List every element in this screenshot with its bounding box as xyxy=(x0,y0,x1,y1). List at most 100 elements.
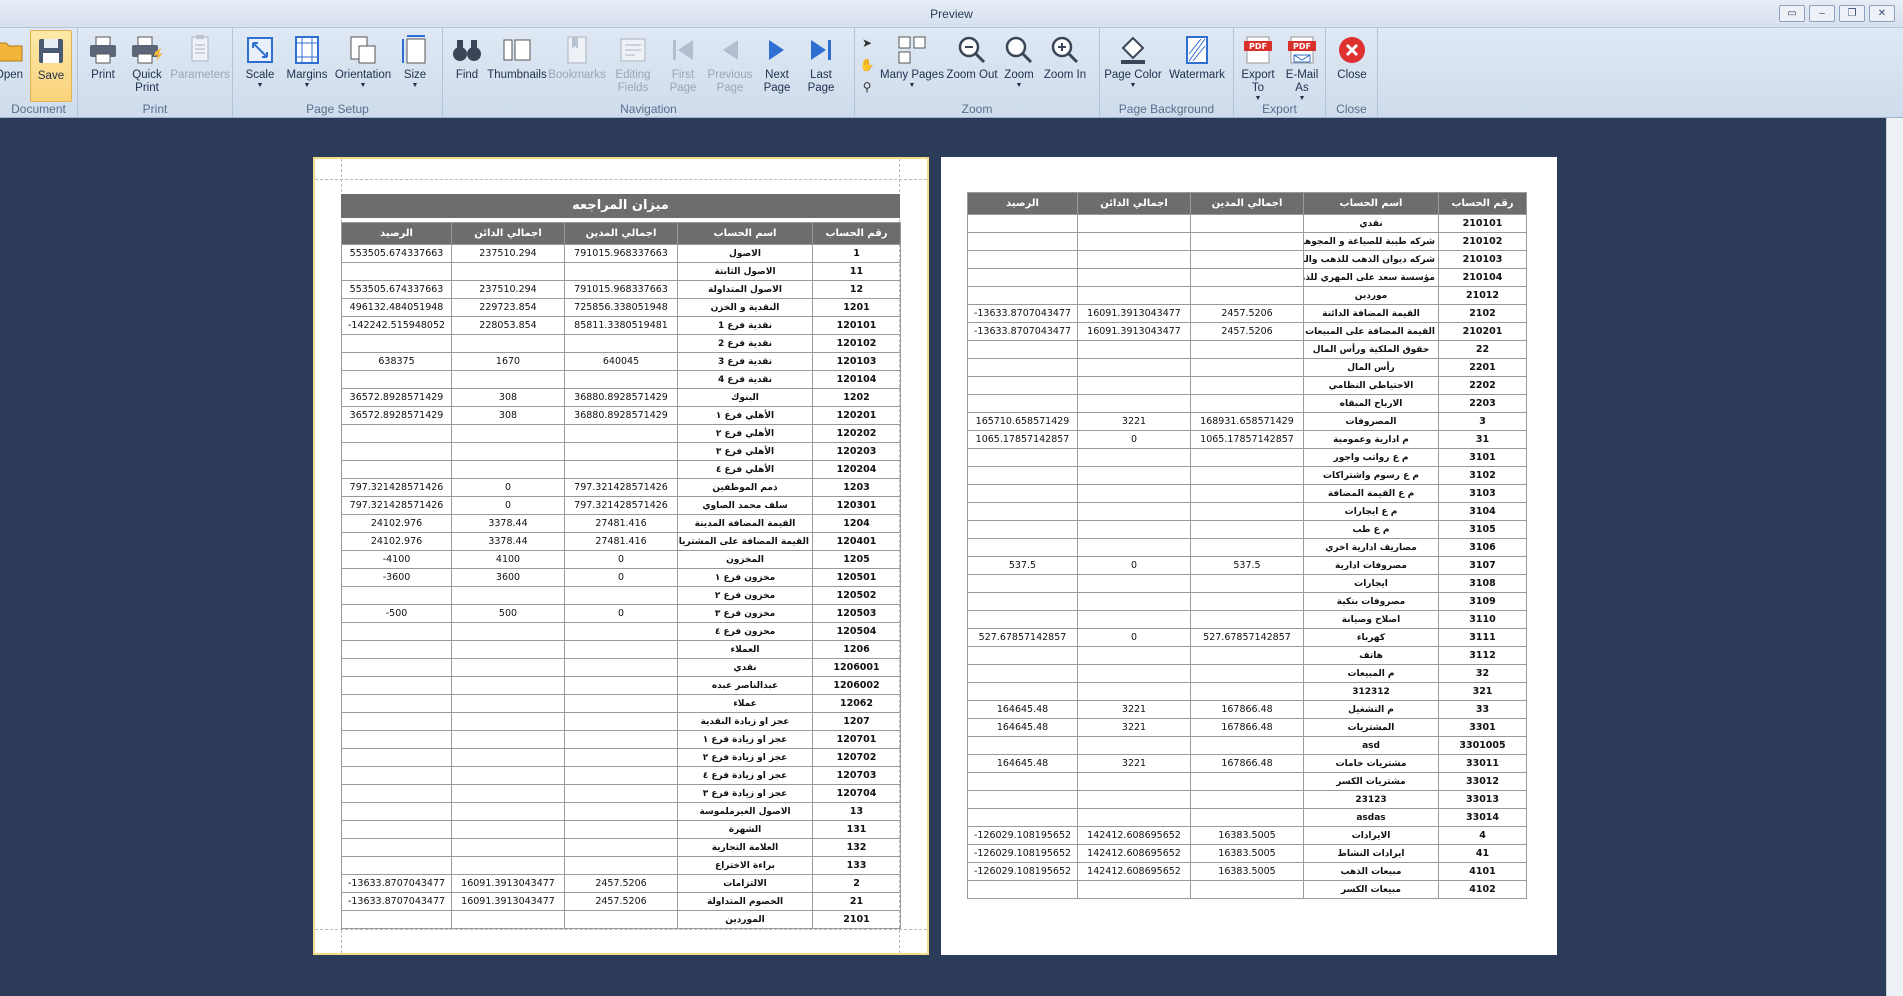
account-code-cell: 120102 xyxy=(812,334,901,353)
zoom-button[interactable]: Zoom ▼ xyxy=(999,30,1039,102)
account-code-cell: 1206001 xyxy=(812,658,901,677)
account-name-cell: عجز او زيادة فرع ١ xyxy=(677,730,813,749)
amount-cell xyxy=(564,424,678,443)
group-navigation: Find Thumbnails Bookmarks Editing Fields… xyxy=(443,28,855,118)
amount-cell xyxy=(967,682,1078,701)
zoom-in-button[interactable]: Zoom In xyxy=(1039,30,1091,102)
amount-cell xyxy=(341,712,452,731)
amount-cell: 0 xyxy=(564,604,678,623)
amount-cell xyxy=(451,694,565,713)
find-button[interactable]: Find xyxy=(447,30,487,102)
amount-cell xyxy=(967,790,1078,809)
account-name-cell: مخزون فرع ١ xyxy=(677,568,813,587)
pointer-icon[interactable]: ➤ xyxy=(857,32,877,54)
print-button[interactable]: Print xyxy=(82,30,124,102)
quick-printer-icon xyxy=(132,36,163,64)
previous-page-button[interactable]: Previous Page xyxy=(705,30,755,102)
account-name-cell: مشتريات الكسر xyxy=(1303,772,1439,791)
table-row: -13633.8707043477 16091.3913043477 2457.52… xyxy=(341,874,901,893)
amount-cell xyxy=(1077,484,1191,503)
orientation-button[interactable]: Orientation ▼ xyxy=(331,30,395,102)
many-pages-button[interactable]: Many Pages ▼ xyxy=(879,30,945,102)
table-row: -4100 4100 0 المخزون 1205 xyxy=(341,550,901,569)
account-code-cell: 120401 xyxy=(812,532,901,551)
account-code-cell: 133 xyxy=(812,856,901,875)
amount-cell xyxy=(1190,268,1304,287)
last-page-button[interactable]: Last Page xyxy=(799,30,843,102)
report-page-1[interactable]: ميزان المراجعه الرصيد اجمالي الدائن اجمالي… xyxy=(313,157,929,955)
account-code-cell: 131 xyxy=(812,820,901,839)
group-page-setup: Scale ▼ Margins ▼ Orientation ▼ Size ▼ Page … xyxy=(233,28,443,118)
restore-icon[interactable]: ▭ xyxy=(1779,5,1805,22)
close-preview-button[interactable]: Close xyxy=(1330,30,1374,102)
amount-cell: 16091.3913043477 xyxy=(451,874,565,893)
table-row: الأهلي فرع ٣ 120203 xyxy=(341,442,901,461)
amount-cell xyxy=(1077,790,1191,809)
report-page-2[interactable]: الرصيد اجمالي الدائن اجمالي المدين اسم الحس… xyxy=(941,157,1557,955)
amount-cell xyxy=(1077,538,1191,557)
next-page-button[interactable]: Next Page xyxy=(755,30,799,102)
account-name-cell: asd xyxy=(1303,736,1439,755)
account-name-cell: عجز او زيادة فرع ٢ xyxy=(677,748,813,767)
export-to-button[interactable]: PDF Export To ▼ xyxy=(1236,30,1280,102)
amount-cell: 164645.48 xyxy=(967,718,1078,737)
amount-cell xyxy=(1190,376,1304,395)
scale-button[interactable]: Scale ▼ xyxy=(239,30,281,102)
size-button[interactable]: Size ▼ xyxy=(395,30,435,102)
amount-cell xyxy=(341,460,452,479)
parameters-button[interactable]: Parameters xyxy=(170,30,230,102)
amount-cell: 24102.976 xyxy=(341,532,452,551)
table-row: عجز او زيادة فرع ٣ 120704 xyxy=(341,784,901,803)
bookmarks-button[interactable]: Bookmarks xyxy=(547,30,607,102)
account-code-cell: 22 xyxy=(1438,340,1527,359)
amount-cell: 16383.5005 xyxy=(1190,826,1304,845)
amount-cell: 553505.674337663 xyxy=(341,280,452,299)
table-row: 553505.674337663 237510.294 791015.9683376… xyxy=(341,244,901,263)
amount-cell xyxy=(1190,880,1304,899)
amount-cell xyxy=(967,538,1078,557)
table-row: م ع ايجارات 3104 xyxy=(967,502,1527,521)
magnifier-tool-icon[interactable]: ⚲ xyxy=(857,76,877,98)
hand-tool-icon[interactable]: ✋ xyxy=(857,54,877,76)
table-row: 23123 33013 xyxy=(967,790,1527,809)
amount-cell xyxy=(341,694,452,713)
amount-cell xyxy=(967,808,1078,827)
watermark-button[interactable]: Watermark xyxy=(1164,30,1230,102)
maximize-icon[interactable]: ❐ xyxy=(1839,5,1865,22)
account-code-cell: 13 xyxy=(812,802,901,821)
amount-cell xyxy=(564,460,678,479)
amount-cell: 167866.48 xyxy=(1190,700,1304,719)
amount-cell xyxy=(341,820,452,839)
account-name-cell: البنوك xyxy=(677,388,813,407)
amount-cell xyxy=(451,820,565,839)
amount-cell xyxy=(1190,214,1304,233)
page-color-button[interactable]: Page Color ▼ xyxy=(1102,30,1164,102)
amount-cell xyxy=(451,640,565,659)
thumbnails-button[interactable]: Thumbnails xyxy=(487,30,547,102)
group-label-navigation: Navigation xyxy=(620,102,677,116)
email-as-button[interactable]: PDF E-Mail As ▼ xyxy=(1280,30,1324,102)
margins-button[interactable]: Margins ▼ xyxy=(283,30,331,102)
editing-fields-button[interactable]: Editing Fields xyxy=(607,30,659,102)
account-code-cell: 1206 xyxy=(812,640,901,659)
amount-cell xyxy=(341,622,452,641)
account-code-cell: 3301005 xyxy=(1438,736,1527,755)
amount-cell xyxy=(564,622,678,641)
quick-print-button[interactable]: Quick Print xyxy=(124,30,170,102)
amount-cell: 2457.5206 xyxy=(564,874,678,893)
amount-cell xyxy=(967,592,1078,611)
vertical-scrollbar[interactable] xyxy=(1886,118,1903,996)
amount-cell xyxy=(1190,790,1304,809)
account-name-cell: عبدالناصر عبده xyxy=(677,676,813,695)
zoom-out-button[interactable]: Zoom Out xyxy=(945,30,999,102)
account-name-cell: مبيعات الذهب xyxy=(1303,862,1439,881)
first-page-button[interactable]: First Page xyxy=(661,30,705,102)
amount-cell xyxy=(564,910,678,929)
floppy-disk-icon xyxy=(39,39,63,63)
close-window-icon[interactable]: ✕ xyxy=(1869,5,1895,22)
account-code-cell: 41 xyxy=(1438,844,1527,863)
save-button[interactable]: Save xyxy=(30,30,72,102)
minimize-icon[interactable]: – xyxy=(1809,5,1835,22)
table-row: اصلاح وصيانة 3110 xyxy=(967,610,1527,629)
open-button[interactable]: Open xyxy=(0,30,24,102)
